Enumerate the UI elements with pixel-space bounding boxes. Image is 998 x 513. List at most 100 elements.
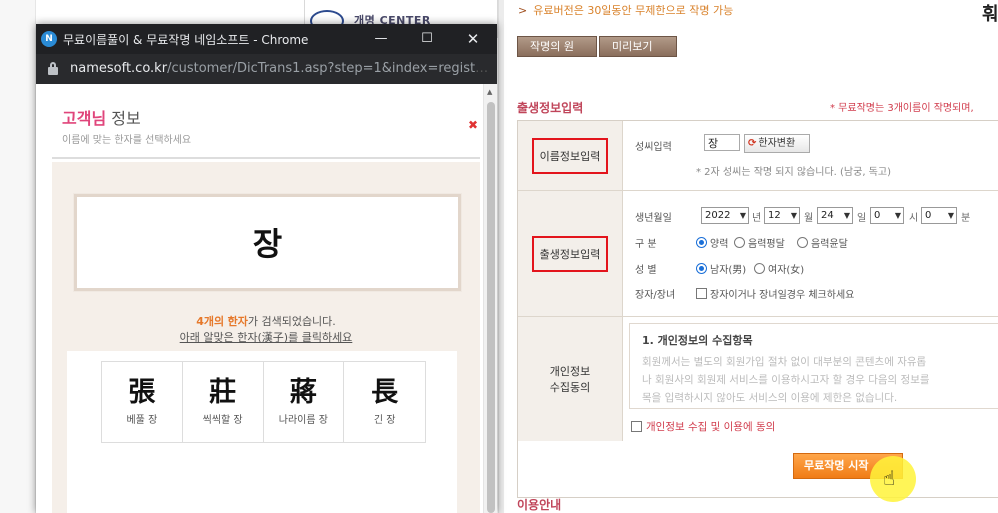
name-info-label: 이름정보입력 [531,137,609,174]
birth-day-value: 24 [821,210,834,221]
chevron-down-icon: ▼ [843,211,850,220]
privacy-terms-line: 나 회원사의 회원제 서비스를 이용하시고자 할 경우 다음의 정보를 [642,374,930,386]
maximize-icon: ☐ [421,31,433,46]
window-titlebar[interactable]: N 무료이름풀이 & 무료작명 네임소프트 - Chrome — ☐ ✕ [36,24,497,54]
surname-label: 성씨입력 [635,142,672,153]
firstborn-text: 장자이거나 장녀일경우 체크하세요 [710,290,855,301]
gender-label: 성 별 [635,265,657,276]
hanja-convert-label: 한자변환 [758,138,796,149]
hand-pointer-icon: ☝ [883,466,896,490]
birth-year-select[interactable]: 2022 ▼ [701,207,749,224]
chevron-down-icon: ▼ [894,211,901,220]
male-label: 남자(男) [710,265,747,276]
hanja-option-meaning: 씩씩할 장 [202,415,243,426]
privacy-terms-box[interactable]: 1. 개인정보의 수집항목 회원께서는 별도의 회원가입 절차 없이 대부분의 … [629,323,998,409]
minimize-button[interactable]: — [358,24,404,54]
customer-info-subtitle: 이름에 맞는 한자를 선택하세요 [62,135,192,146]
birth-day-select[interactable]: 24 ▼ [817,207,853,224]
hanja-option-char: 張 [128,377,156,408]
birth-minute-select[interactable]: 0 ▼ [921,207,957,224]
namesoft-app-icon: N [41,31,57,47]
scroll-thumb[interactable] [487,102,495,513]
minute-unit: 분 [961,213,971,224]
url-host: namesoft.co.kr [70,61,168,76]
scroll-up-arrow-icon[interactable]: ▲ [487,88,492,96]
hanja-option-meaning: 긴 장 [373,415,396,426]
window-title: 무료이름풀이 & 무료작명 네임소프트 - Chrome [63,33,309,47]
customer-title-highlight: 고객님 [62,109,107,128]
firstborn-checkbox[interactable] [696,288,707,299]
hanja-option-char: 莊 [209,377,237,408]
page-url[interactable]: namesoft.co.kr/customer/DicTrans1.asp?st… [70,61,490,76]
calendar-type-label: 구 분 [635,239,657,250]
hanja-option[interactable]: 莊 씩씩할 장 [183,362,264,442]
hanja-option[interactable]: 蔣 나라이름 장 [264,362,345,442]
year-unit: 년 [752,213,762,224]
close-icon: ✕ [466,30,480,48]
lunar-leap-radio[interactable] [797,237,808,248]
consent-row: 개인정보 수집동의 1. 개인정보의 수집항목 회원께서는 별도의 회원가입 절차… [518,317,998,441]
chevron-down-icon: ▼ [947,211,954,220]
birth-info-section-title: 출생정보입력 [517,101,584,115]
naming-principle-button[interactable]: 작명의 원리 [517,36,597,72]
selected-name-char: 장 [252,225,283,263]
birth-year-value: 2022 [705,210,731,221]
customer-info-title: 고객님 정보 [62,105,141,129]
hanja-option[interactable]: 張 베풀 장 [102,362,183,442]
close-button[interactable]: ✕ [450,24,496,54]
hanja-click-instruction: 아래 알맞은 한자(漢子)를 클릭하세요 [179,331,353,344]
birth-date-label: 생년월일 [635,213,672,224]
hanja-options-grid: 張 베풀 장 莊 씩씩할 장 蔣 나라이름 장 長 긴 장 [101,361,426,443]
hour-unit: 시 [909,213,919,224]
hanja-popup-window: N 무료이름풀이 & 무료작명 네임소프트 - Chrome — ☐ ✕ nam… [36,24,497,513]
privacy-agree-label[interactable]: 개인정보 수집 및 이용에 동의 [646,419,775,434]
hanja-option[interactable]: 長 긴 장 [344,362,425,442]
hanja-option-meaning: 베풀 장 [126,415,158,426]
hanja-count-rest: 가 검색되었습니다. [247,315,336,328]
privacy-terms-line: 목을 입력하시지 않아도 서비스의 이용에 제한은 없습니다. [642,392,898,404]
popup-scrollbar[interactable]: ▲ [483,84,497,513]
hanja-options-panel: 張 베풀 장 莊 씩씩할 장 蔣 나라이름 장 長 긴 장 [67,351,457,513]
birth-info-row: 출생정보입력 생년월일 2022 ▼ 년 12 ▼ 월 24 ▼ 일 0 ▼ 시 0 ▼ … [518,191,998,317]
birth-month-select[interactable]: 12 ▼ [764,207,800,224]
birth-hour-select[interactable]: 0 ▼ [870,207,904,224]
double-surname-hint: * 2자 성씨는 작명 되지 않습니다. (남궁, 독고) [696,167,891,178]
surname-input[interactable]: 장 [704,134,740,151]
hanja-count-message: 4개의 한자가 검색되었습니다. [52,313,480,329]
hanja-count-word: 한자 [227,315,248,328]
consent-header-label: 개인정보 수집동의 [550,363,590,395]
lunar-normal-radio[interactable] [734,237,745,248]
hanja-count-number: 4개의 [196,315,225,328]
birth-hour-value: 0 [874,210,881,221]
name-info-row: 이름정보입력 성씨입력 장 ⟳ 한자변환 * 2자 성씨는 작명 되지 않습니다.… [518,121,998,191]
consent-header: 개인정보 수집동의 [518,317,623,441]
customer-title-rest: 정보 [106,109,141,128]
address-bar[interactable]: namesoft.co.kr/customer/DicTrans1.asp?st… [36,54,497,84]
lock-icon [48,62,58,75]
title-divider [52,157,480,159]
female-radio[interactable] [754,263,765,274]
preview-button[interactable]: 미리보기 [599,36,677,57]
month-unit: 월 [804,213,814,224]
hanja-convert-button[interactable]: ⟳ 한자변환 [744,134,810,153]
chevron-down-icon: ▼ [739,211,746,220]
hanja-option-char: 長 [371,377,399,408]
minimize-icon: — [374,31,388,46]
url-path: /customer/DicTrans1.asp?step=1&index=reg… [167,61,490,76]
solar-radio[interactable] [696,237,707,248]
privacy-terms-line: 회원께서는 별도의 회원가입 절차 없이 대부분의 콘텐츠에 자유롭 [642,356,927,368]
consent-header-line1: 개인정보 [549,365,591,378]
privacy-agree-checkbox[interactable] [631,421,642,432]
maximize-button[interactable]: ☐ [404,24,450,54]
privacy-terms-title: 1. 개인정보의 수집항목 [642,334,753,347]
birth-info-header: 출생정보입력 [518,191,623,316]
corner-logo-glyph: 훠 [982,4,998,25]
background-left-strip [0,0,36,513]
popup-content: 고객님 정보 이름에 맞는 한자를 선택하세요 ✖ 장 4개의 한자가 검색되었… [36,84,497,513]
birth-info-label: 출생정보입력 [531,235,609,272]
day-unit: 일 [857,213,867,224]
naming-form: 이름정보입력 성씨입력 장 ⟳ 한자변환 * 2자 성씨는 작명 되지 않습니다.… [517,120,998,498]
popup-close-x-icon[interactable]: ✖ [468,118,478,132]
notice-arrow-icon: > [518,4,528,17]
male-radio[interactable] [696,263,707,274]
